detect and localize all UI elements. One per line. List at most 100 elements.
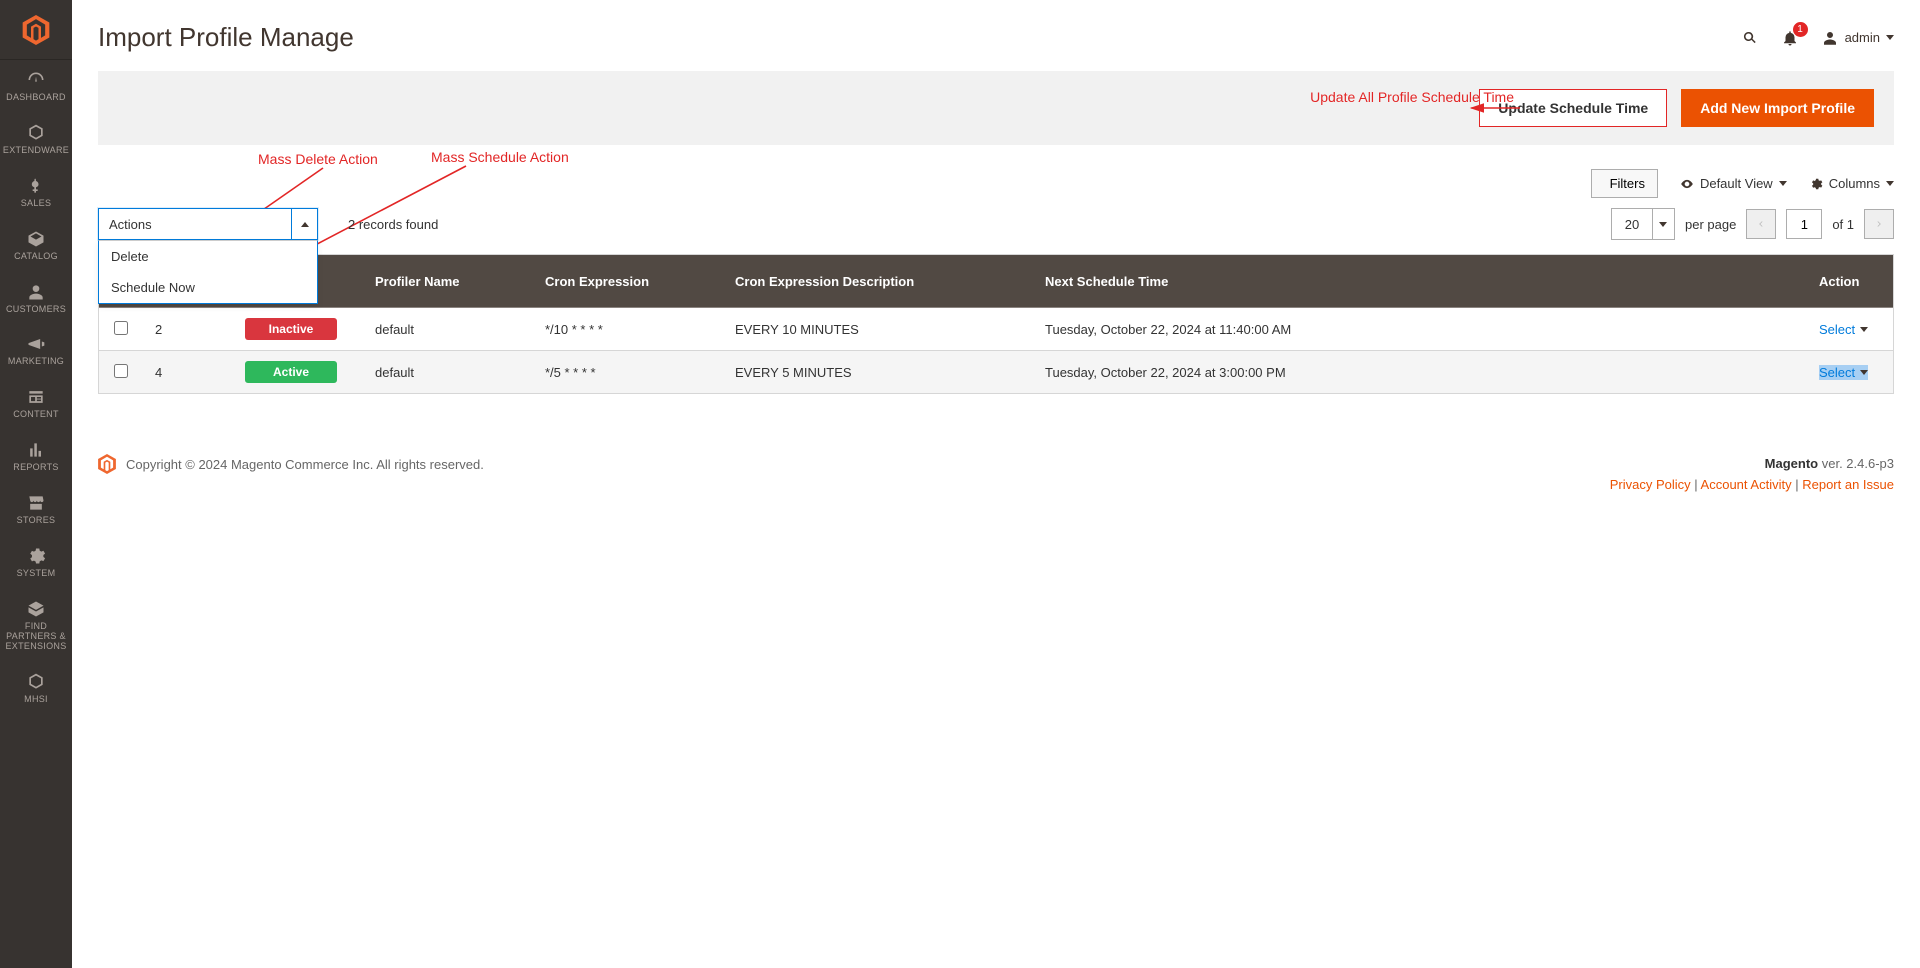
caret-up-icon [301,222,309,227]
columns-menu[interactable]: Columns [1809,176,1894,191]
row-select-action[interactable]: Select [1819,365,1868,380]
brand-name: Magento [1765,456,1818,471]
default-view-label: Default View [1700,176,1773,191]
table-row[interactable]: 4Activedefault*/5 * * * *EVERY 5 MINUTES… [99,351,1893,394]
sidebar-label: SALES [21,199,52,209]
row-checkbox[interactable] [114,321,128,335]
grid-top-controls: Filters Default View Columns [98,169,1894,198]
page-title: Import Profile Manage [98,22,354,53]
sidebar-label: EXTENDWARE [3,146,69,156]
page-number-input[interactable] [1786,209,1822,239]
annotation-mass-schedule: Mass Schedule Action [431,149,569,165]
admin-account-menu[interactable]: admin [1821,29,1894,47]
gear-icon [1809,177,1823,191]
grid-bottom-controls: Actions Delete Schedule Now 2 records fo… [98,208,1894,240]
records-found: 2 records found [348,217,438,232]
col-header-desc[interactable]: Cron Expression Description [723,255,1033,308]
version-text: ver. 2.4.6-p3 [1818,456,1894,471]
search-icon[interactable] [1741,29,1759,47]
user-area: 1 admin [1741,29,1894,47]
page-size-dropdown-toggle[interactable] [1652,209,1674,239]
cell-name: default [363,308,533,351]
main-content: Import Profile Manage 1 admin Update Sch… [72,0,1920,968]
row-select-action[interactable]: Select [1819,322,1868,337]
sidebar-label: DASHBOARD [6,93,66,103]
page-size-value: 20 [1612,209,1652,239]
status-badge: Active [245,361,337,383]
mass-actions-wrap: Actions Delete Schedule Now [98,208,318,240]
sidebar-label: MARKETING [8,357,64,367]
col-header-name[interactable]: Profiler Name [363,255,533,308]
cell-cron: */5 * * * * [533,351,723,394]
sidebar-item-system[interactable]: SYSTEM [0,536,72,589]
cell-action: Select [1807,308,1893,351]
col-header-cron[interactable]: Cron Expression [533,255,723,308]
sidebar-item-mhsi[interactable]: MHSI [0,662,72,715]
mass-actions-toggle[interactable] [291,209,317,239]
filters-label: Filters [1610,176,1645,191]
cell-status: Active [233,351,363,394]
table-row[interactable]: 2Inactivedefault*/10 * * * *EVERY 10 MIN… [99,308,1893,351]
default-view-menu[interactable]: Default View [1680,176,1787,191]
magento-logo[interactable] [0,0,72,60]
sidebar-item-content[interactable]: CONTENT [0,377,72,430]
sidebar-label: CUSTOMERS [6,305,66,315]
sidebar-item-reports[interactable]: REPORTS [0,430,72,483]
sidebar-item-marketing[interactable]: MARKETING [0,324,72,377]
caret-down-icon [1779,181,1787,186]
page-size-select[interactable]: 20 [1611,208,1675,240]
sidebar-label: CATALOG [14,252,58,262]
row-checkbox[interactable] [114,364,128,378]
copyright-text: Copyright © 2024 Magento Commerce Inc. A… [126,457,484,472]
magento-logo-icon [98,454,116,474]
notif-badge: 1 [1793,22,1808,37]
sidebar-item-stores[interactable]: STORES [0,483,72,536]
mass-action-schedule-now[interactable]: Schedule Now [99,272,317,303]
filters-button[interactable]: Filters [1591,169,1658,198]
page-header: Import Profile Manage 1 admin [72,0,1920,71]
footer-link-activity[interactable]: Account Activity [1701,477,1792,492]
prev-page-button[interactable] [1746,209,1776,239]
chevron-left-icon [1756,219,1766,229]
sidebar-item-catalog[interactable]: CATALOG [0,219,72,272]
sidebar-label: REPORTS [13,463,58,473]
add-new-import-profile-button[interactable]: Add New Import Profile [1681,89,1874,127]
cell-status: Inactive [233,308,363,351]
annotation-region: Update Schedule Time Add New Import Prof… [98,71,1894,240]
sidebar-item-customers[interactable]: CUSTOMERS [0,272,72,325]
col-header-next[interactable]: Next Schedule Time [1033,255,1807,308]
admin-label: admin [1845,30,1880,45]
sidebar-item-dashboard[interactable]: DASHBOARD [0,60,72,113]
grid-header-row: ID Status Profiler Name Cron Expression … [99,255,1893,308]
page-footer: Copyright © 2024 Magento Commerce Inc. A… [98,454,1894,496]
cell-action: Select [1807,351,1893,394]
cell-next: Tuesday, October 22, 2024 at 11:40:00 AM [1033,308,1807,351]
user-icon [1821,29,1839,47]
eye-icon [1680,177,1694,191]
sidebar-label: FIND PARTNERS & EXTENSIONS [2,622,70,652]
caret-down-icon [1659,222,1667,227]
col-header-action[interactable]: Action [1807,255,1893,308]
sidebar-label: CONTENT [13,410,59,420]
cell-cron: */10 * * * * [533,308,723,351]
mass-action-delete[interactable]: Delete [99,241,317,272]
sidebar-item-sales[interactable]: SALES [0,166,72,219]
cell-id: 4 [143,351,233,394]
update-schedule-time-button[interactable]: Update Schedule Time [1479,89,1667,127]
footer-link-report[interactable]: Report an Issue [1802,477,1894,492]
cell-desc: EVERY 10 MINUTES [723,308,1033,351]
footer-link-privacy[interactable]: Privacy Policy [1610,477,1691,492]
sidebar-item-partners[interactable]: FIND PARTNERS & EXTENSIONS [0,589,72,662]
mass-actions-select[interactable]: Actions [98,208,318,240]
sidebar-label: SYSTEM [17,569,56,579]
sidebar-label: MHSI [24,695,48,705]
per-page-label: per page [1685,217,1736,232]
status-badge: Inactive [245,318,337,340]
notifications-icon[interactable]: 1 [1781,29,1799,47]
page-total: of 1 [1832,217,1854,232]
caret-down-icon [1860,327,1868,332]
columns-label: Columns [1829,176,1880,191]
import-profiles-grid: ID Status Profiler Name Cron Expression … [98,254,1894,394]
next-page-button[interactable] [1864,209,1894,239]
sidebar-item-extendware[interactable]: EXTENDWARE [0,113,72,166]
